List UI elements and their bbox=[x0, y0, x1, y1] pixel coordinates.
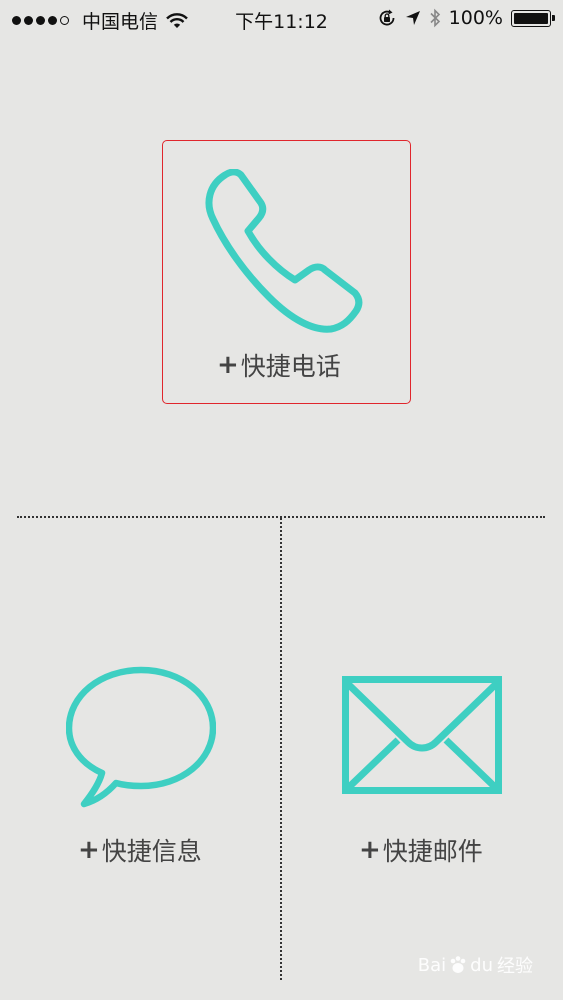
quick-call-tile[interactable]: + 快捷电话 bbox=[162, 140, 411, 404]
rotation-lock-icon bbox=[377, 8, 397, 28]
quick-call-label: + 快捷电话 bbox=[217, 347, 341, 383]
quick-message-tile[interactable]: + 快捷信息 bbox=[0, 520, 280, 980]
quick-mail-text: 快捷邮件 bbox=[382, 837, 483, 866]
plus-icon: + bbox=[217, 350, 239, 380]
bluetooth-icon bbox=[429, 8, 441, 28]
watermark-brand-right: du bbox=[470, 954, 493, 976]
envelope-icon bbox=[342, 676, 502, 794]
quick-call-text: 快捷电话 bbox=[240, 352, 341, 381]
quick-mail-label: + 快捷邮件 bbox=[359, 832, 483, 868]
baidu-paw-icon bbox=[448, 955, 468, 975]
status-right: 100% bbox=[369, 7, 555, 29]
speech-bubble-icon bbox=[66, 666, 216, 808]
quick-mail-tile[interactable]: + 快捷邮件 bbox=[282, 520, 563, 980]
plus-icon: + bbox=[359, 835, 381, 865]
plus-icon: + bbox=[78, 835, 100, 865]
baidu-jingyan-watermark: Bai du 经验 bbox=[418, 952, 533, 978]
battery-fill bbox=[514, 12, 548, 24]
status-bar: 中国电信 下午11:12 100% bbox=[0, 0, 563, 38]
quick-message-label: + 快捷信息 bbox=[78, 832, 202, 868]
watermark-brand-left: Bai bbox=[417, 954, 447, 976]
battery-percentage: 100% bbox=[448, 7, 503, 29]
phone-handset-icon bbox=[205, 169, 363, 333]
battery-icon bbox=[511, 9, 555, 27]
location-arrow-icon bbox=[405, 10, 421, 26]
quick-message-text: 快捷信息 bbox=[101, 837, 202, 866]
watermark-suffix: 经验 bbox=[497, 956, 533, 977]
